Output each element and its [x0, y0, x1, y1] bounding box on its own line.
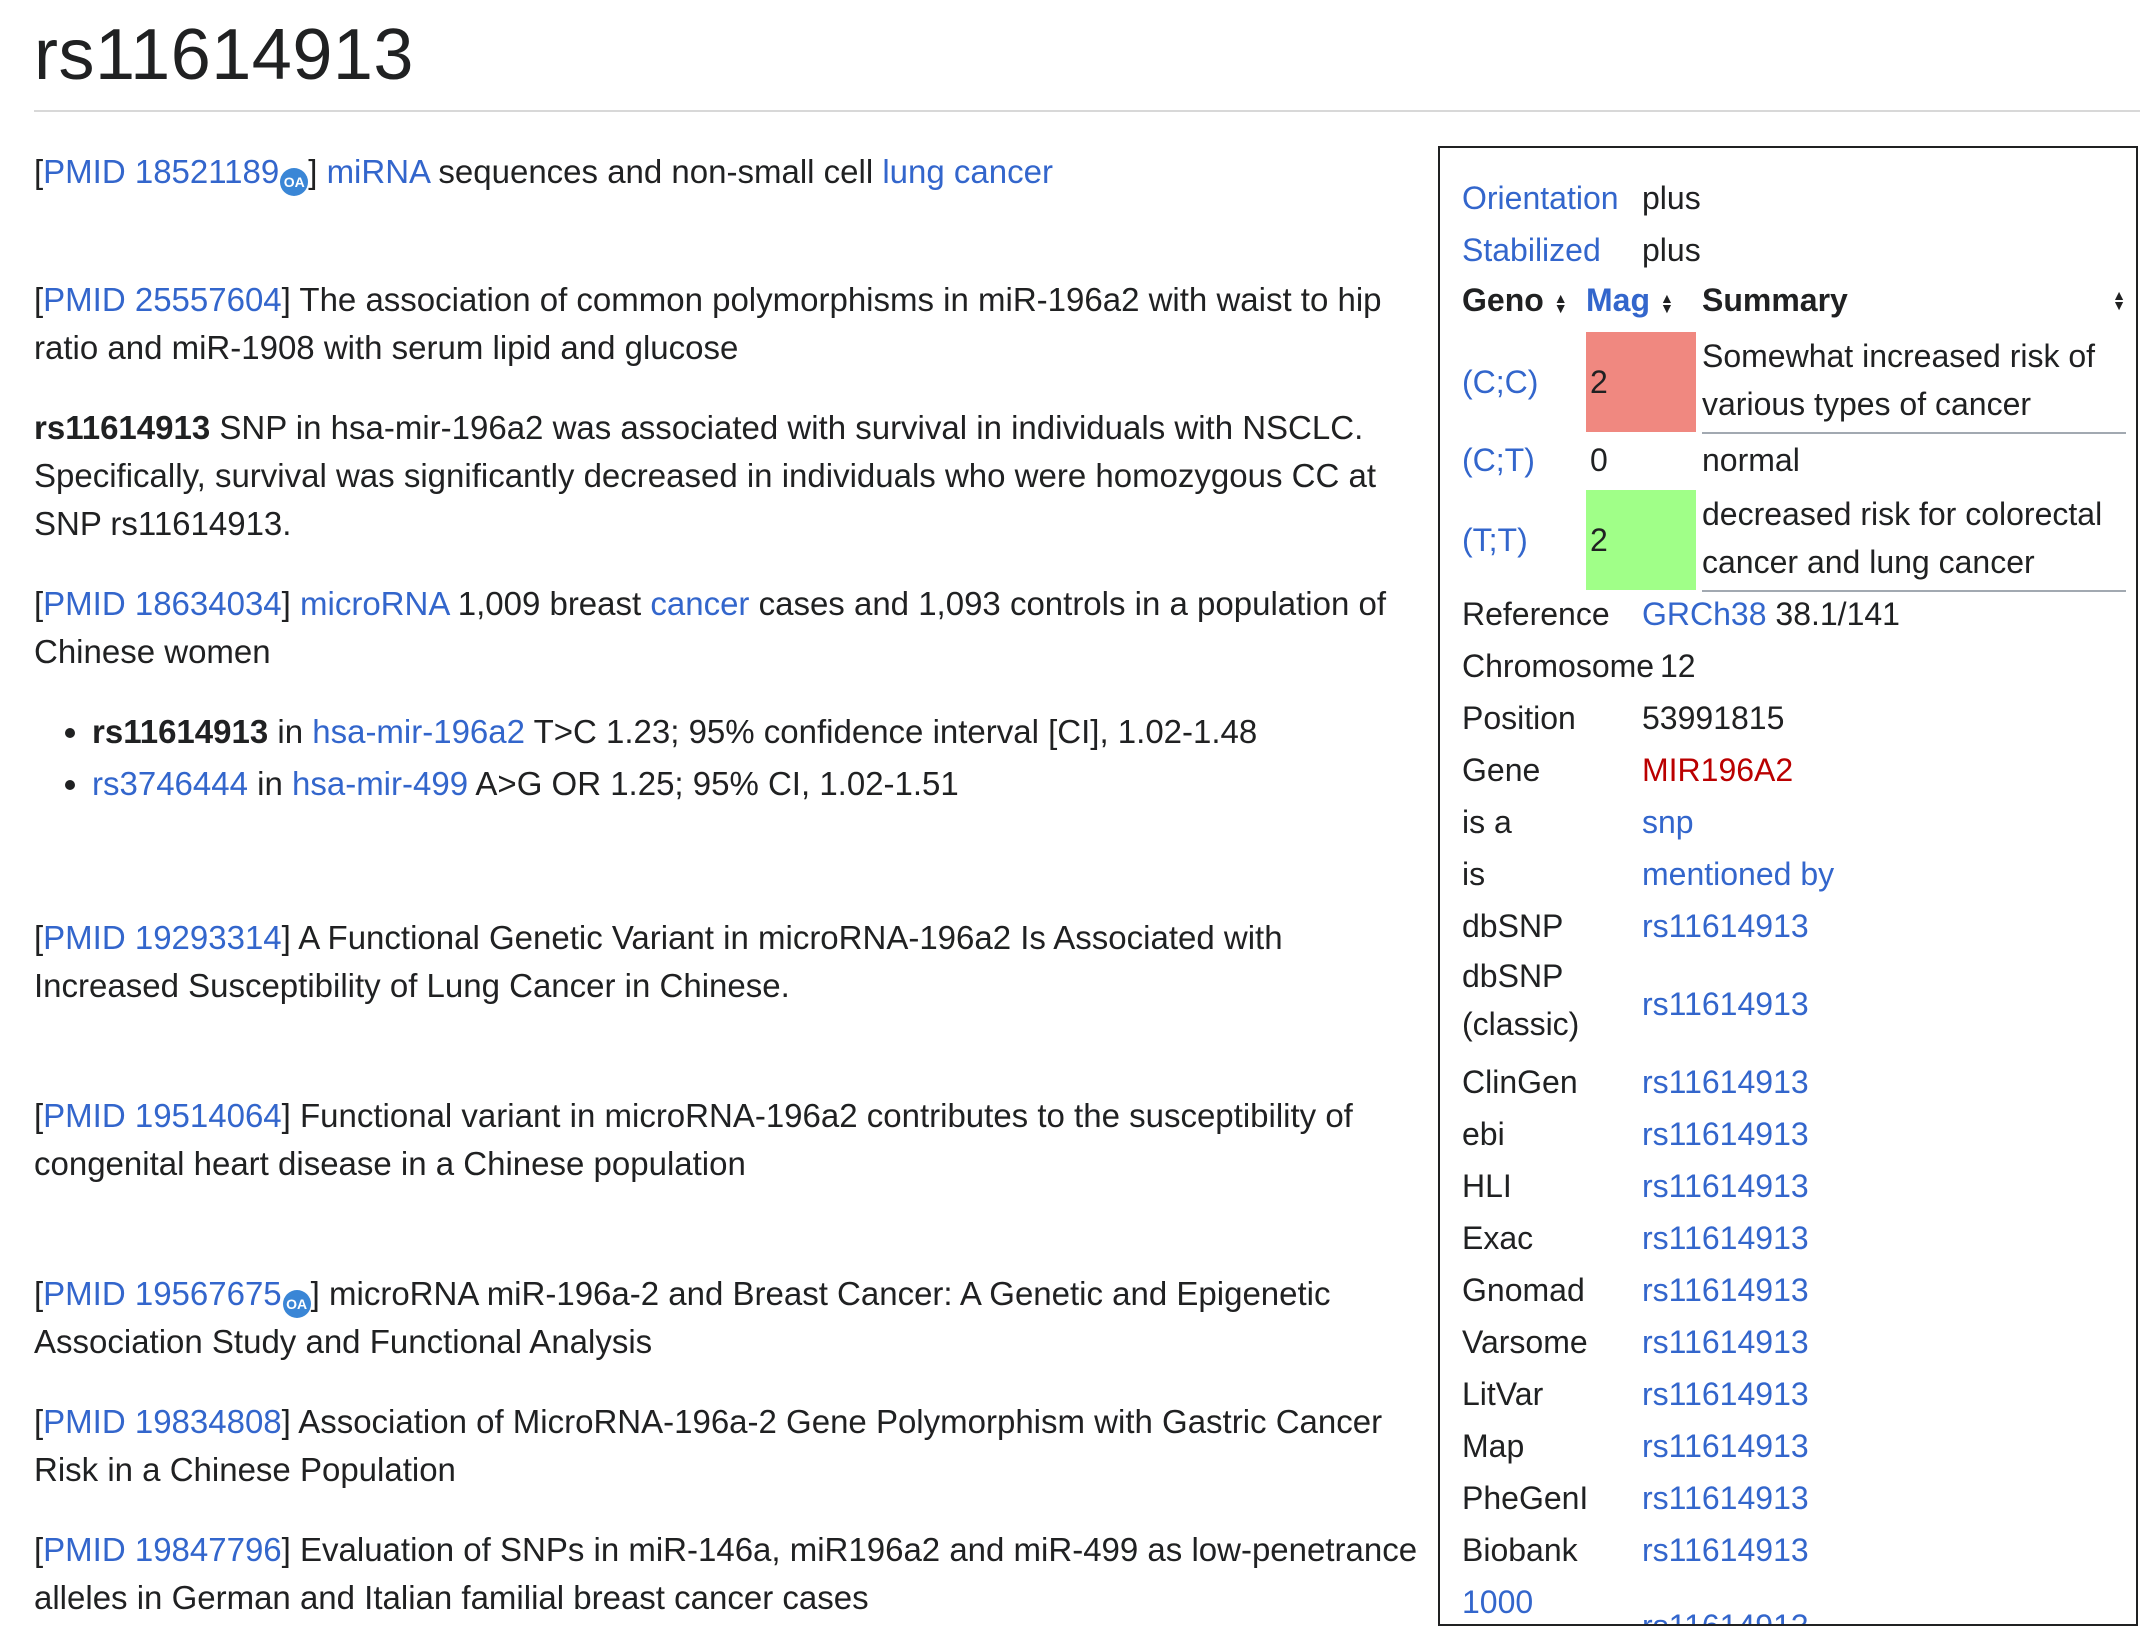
snp-list: rs11614913 in hsa-mir-196a2 T>C 1.23; 95…: [34, 708, 1482, 812]
pmid-link[interactable]: PMID 19567675: [43, 1275, 282, 1312]
hli-link[interactable]: rs11614913: [1642, 1160, 1809, 1212]
reference-paragraph: [PMID 19834808] Association of MicroRNA-…: [34, 1403, 1383, 1488]
geno-column-header[interactable]: Geno ▲ ▼: [1462, 274, 1568, 326]
dbsnp-classic-link[interactable]: rs11614913: [1642, 978, 1809, 1030]
1000-genomes-label-link[interactable]: 1000: [1462, 1576, 1533, 1624]
snp-name: rs11614913: [34, 409, 211, 446]
lung-cancer-link[interactable]: lung cancer: [882, 153, 1053, 190]
position-value: 53991815: [1642, 700, 1785, 736]
title-divider: [34, 110, 2140, 112]
gnomad-link[interactable]: rs11614913: [1642, 1264, 1809, 1316]
pmid-link[interactable]: PMID 19514064: [43, 1097, 282, 1134]
hsa-mir-196a2-link[interactable]: hsa-mir-196a2: [312, 713, 525, 750]
exac-link[interactable]: rs11614913: [1642, 1212, 1809, 1264]
genotype-row: (C;T) 0 normal: [1462, 436, 2122, 486]
mentioned-by-link[interactable]: mentioned by: [1642, 848, 1834, 900]
pmid-link[interactable]: PMID 18634034: [43, 585, 282, 622]
reference-paragraph: [PMID 25557604] The association of commo…: [34, 281, 1382, 366]
magnitude-cell: 0: [1586, 436, 1696, 484]
orientation-link[interactable]: Orientation: [1462, 172, 1619, 224]
genotype-link[interactable]: (C;C): [1462, 356, 1538, 408]
reference-paragraph: [PMID 18521189 OA] miRNA sequences and no…: [34, 148, 1053, 196]
cancer-link[interactable]: cancer: [650, 585, 749, 622]
sort-icon[interactable]: ▲ ▼: [2112, 288, 2126, 312]
ebi-link[interactable]: rs11614913: [1642, 1108, 1809, 1160]
mirna-link[interactable]: miRNA: [327, 153, 430, 190]
clingen-link[interactable]: rs11614913: [1642, 1056, 1809, 1108]
genotype-link[interactable]: (C;T): [1462, 436, 1535, 484]
summary-cell: normal: [1702, 442, 1800, 478]
reference-paragraph: [PMID 19514064] Functional variant in mi…: [34, 1097, 1353, 1182]
pmid-link[interactable]: PMID 19847796: [43, 1531, 282, 1568]
reference-paragraph: [PMID 19293314] A Functional Genetic Var…: [34, 919, 1283, 1004]
pmid-link[interactable]: PMID 19834808: [43, 1403, 282, 1440]
reference-paragraph: [PMID 19567675 OA] microRNA miR-196a-2 an…: [34, 1275, 1331, 1360]
genotype-link[interactable]: (T;T): [1462, 514, 1528, 566]
1000-genomes-link[interactable]: rs11614913: [1642, 1600, 1809, 1624]
summary-cell: Somewhat increased risk of various types…: [1702, 338, 2096, 422]
pmid-link[interactable]: PMID 18521189: [43, 153, 279, 190]
snp-description: rs11614913 SNP in hsa-mir-196a2 was asso…: [34, 409, 1376, 542]
reference-paragraph: [PMID 19847796] Evaluation of SNPs in mi…: [34, 1531, 1418, 1616]
biobank-link[interactable]: rs11614913: [1642, 1524, 1809, 1576]
summary-column-header[interactable]: Summary ▲ ▼: [1702, 274, 2126, 326]
stabilized-value: plus: [1642, 232, 1701, 268]
rs3746444-link[interactable]: rs3746444: [92, 765, 248, 802]
phegeni-link[interactable]: rs11614913: [1642, 1472, 1809, 1524]
gene-link[interactable]: MIR196A2: [1642, 744, 1793, 796]
grch38-link[interactable]: GRCh38: [1642, 596, 1767, 632]
map-link[interactable]: rs11614913: [1642, 1420, 1809, 1472]
pmid-link[interactable]: PMID 25557604: [43, 281, 282, 318]
genotype-row: (T;T) 2 decreased risk for colorectal ca…: [1462, 490, 2122, 590]
magnitude-cell: 2: [1586, 332, 1696, 432]
mag-column-header[interactable]: Mag ▲ ▼: [1586, 274, 1674, 326]
genotype-row: (C;C) 2 Somewhat increased risk of vario…: [1462, 332, 2122, 432]
varsome-link[interactable]: rs11614913: [1642, 1316, 1809, 1368]
sort-icon[interactable]: ▲ ▼: [1660, 291, 1674, 315]
list-item: rs11614913 in hsa-mir-196a2 T>C 1.23; 95…: [92, 708, 1482, 756]
chromosome-value: 12: [1660, 648, 1696, 684]
litvar-link[interactable]: rs11614913: [1642, 1368, 1809, 1420]
dbsnp-link[interactable]: rs11614913: [1642, 900, 1809, 952]
row-divider: [1702, 432, 2126, 434]
magnitude-cell: 2: [1586, 490, 1696, 590]
open-access-icon[interactable]: OA: [282, 1290, 311, 1318]
mag-link[interactable]: Mag: [1586, 282, 1650, 318]
summary-cell: decreased risk for colorectal cancer and…: [1702, 496, 2103, 580]
open-access-icon[interactable]: OA: [280, 168, 309, 196]
hsa-mir-499-link[interactable]: hsa-mir-499: [292, 765, 468, 802]
orientation-value: plus: [1642, 180, 1701, 216]
sort-icon[interactable]: ▲ ▼: [1554, 291, 1568, 315]
microrna-link[interactable]: microRNA: [300, 585, 449, 622]
snp-link[interactable]: snp: [1642, 796, 1694, 848]
stabilized-link[interactable]: Stabilized: [1462, 224, 1601, 276]
reference-paragraph: [PMID 18634034] microRNA 1,009 breast ca…: [34, 585, 1387, 670]
pmid-link[interactable]: PMID 19293314: [43, 919, 282, 956]
page-title: rs11614913: [34, 15, 414, 95]
dbsnp-classic-row: dbSNP (classic) rs11614913: [1462, 958, 1809, 1042]
snp-infobox: Orientation plus Stabilized plus Geno ▲ ▼ …: [1438, 146, 2138, 1626]
list-item: rs3746444 in hsa-mir-499 A>G OR 1.25; 95…: [92, 760, 1482, 808]
